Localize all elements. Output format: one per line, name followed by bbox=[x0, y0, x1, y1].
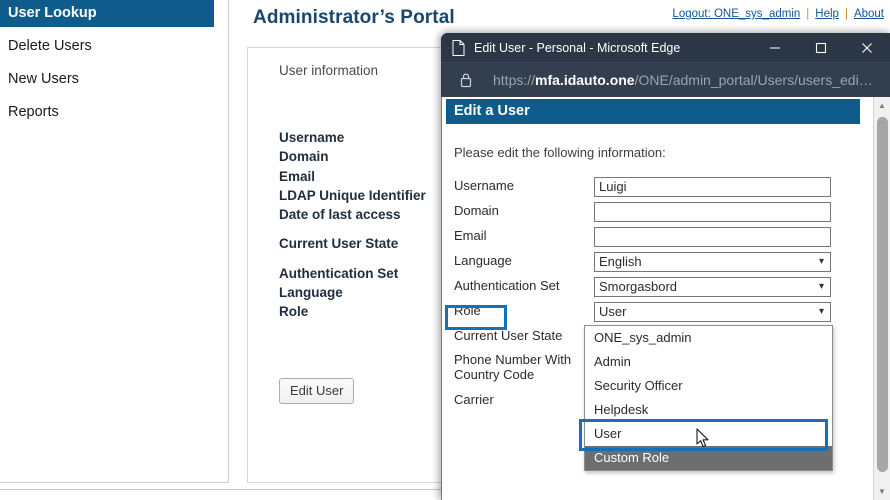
dropdown-option[interactable]: Helpdesk bbox=[585, 398, 832, 422]
sidebar-item-reports[interactable]: Reports bbox=[0, 99, 228, 126]
url-path: /ONE/admin_portal/Users/users_edi… bbox=[634, 72, 873, 88]
label-domain: Domain bbox=[454, 203, 499, 218]
url-prefix: https:// bbox=[493, 72, 536, 88]
browser-viewport: Edit a User Please edit the following in… bbox=[441, 97, 890, 500]
scroll-up-arrow-icon[interactable]: ▲ bbox=[874, 97, 890, 114]
browser-window-title: Edit User - Personal - Microsoft Edge bbox=[474, 40, 681, 55]
dropdown-option[interactable]: Admin bbox=[585, 350, 832, 374]
sidebar-item-delete-users[interactable]: Delete Users bbox=[0, 33, 228, 60]
window-controls bbox=[752, 33, 890, 62]
about-link[interactable]: About bbox=[854, 8, 884, 20]
role-select[interactable]: User ▾ bbox=[594, 302, 831, 322]
dialog-title: Edit a User bbox=[446, 99, 860, 124]
form-row-role: Role User ▾ bbox=[454, 302, 859, 322]
dropdown-option[interactable]: Security Officer bbox=[585, 374, 832, 398]
sidebar-item-label: Reports bbox=[8, 104, 59, 120]
field-label-date-of-last-access: Date of last access bbox=[279, 207, 401, 223]
field-label-domain: Domain bbox=[279, 149, 329, 165]
label-phone-number: Phone Number With Country Code bbox=[454, 352, 572, 382]
form-row-authentication-set: Authentication Set Smorgasbord ▾ bbox=[454, 277, 859, 297]
link-separator: | bbox=[844, 8, 848, 20]
field-label-username: Username bbox=[279, 130, 345, 145]
vertical-scrollbar[interactable]: ▲ ▼ bbox=[873, 97, 890, 500]
form-row-username: Username Luigi bbox=[454, 177, 859, 197]
top-links: Logout: ONE_sys_admin | Help | About bbox=[672, 8, 884, 20]
lock-icon bbox=[459, 72, 473, 88]
email-input[interactable] bbox=[594, 227, 831, 247]
logout-link[interactable]: Logout: ONE_sys_admin bbox=[672, 8, 800, 20]
sidebar-item-label: New Users bbox=[8, 71, 79, 87]
scrollbar-thumb[interactable] bbox=[877, 117, 888, 472]
label-username: Username bbox=[454, 178, 514, 193]
sidebar-item-user-lookup[interactable]: User Lookup bbox=[0, 0, 214, 27]
edit-user-button[interactable]: Edit User bbox=[279, 378, 355, 404]
chevron-down-icon: ▾ bbox=[818, 256, 824, 267]
sidebar: User Lookup Delete Users New Users Repor… bbox=[0, 0, 229, 483]
language-select-value: English bbox=[599, 254, 642, 269]
field-label-role: Role bbox=[279, 304, 309, 320]
field-label-ldap-unique-identifier: LDAP Unique Identifier bbox=[279, 187, 426, 203]
maximize-icon[interactable] bbox=[798, 33, 844, 62]
form-row-language: Language English ▾ bbox=[454, 252, 859, 272]
domain-input[interactable] bbox=[594, 202, 831, 222]
dialog-subtitle: Please edit the following information: bbox=[454, 145, 666, 160]
user-field-labels: Username Domain Email LDAP Unique Identi… bbox=[279, 128, 426, 322]
browser-titlebar[interactable]: Edit User - Personal - Microsoft Edge bbox=[441, 33, 890, 62]
url-domain: mfa.idauto.one bbox=[535, 72, 635, 88]
field-label-email: Email bbox=[279, 168, 316, 184]
label-email: Email bbox=[454, 228, 487, 243]
browser-window: Edit User - Personal - Microsoft Edge ht… bbox=[441, 33, 890, 500]
form-row-domain: Domain bbox=[454, 202, 859, 222]
browser-address-bar[interactable]: https://mfa.idauto.one/ONE/admin_portal/… bbox=[441, 62, 890, 97]
authentication-set-select[interactable]: Smorgasbord ▾ bbox=[594, 277, 831, 297]
sidebar-item-new-users[interactable]: New Users bbox=[0, 66, 228, 93]
scroll-down-arrow-icon[interactable]: ▼ bbox=[874, 483, 890, 500]
label-carrier: Carrier bbox=[454, 392, 494, 407]
dropdown-option[interactable]: ONE_sys_admin bbox=[585, 326, 832, 350]
field-label-authentication-set: Authentication Set bbox=[279, 265, 399, 281]
chevron-down-icon: ▾ bbox=[818, 306, 824, 317]
label-authentication-set: Authentication Set bbox=[454, 278, 560, 293]
minimize-icon[interactable] bbox=[752, 33, 798, 62]
mouse-cursor bbox=[696, 428, 711, 454]
close-icon[interactable] bbox=[844, 33, 890, 62]
url-text: https://mfa.idauto.one/ONE/admin_portal/… bbox=[493, 72, 873, 88]
sidebar-item-label: Delete Users bbox=[8, 38, 92, 54]
sidebar-item-label: User Lookup bbox=[8, 5, 97, 21]
link-separator: | bbox=[806, 8, 810, 20]
page-title: Administrator’s Portal bbox=[253, 7, 455, 28]
role-select-value: User bbox=[599, 304, 627, 319]
role-label-highlight-box bbox=[445, 305, 507, 330]
document-icon bbox=[452, 39, 465, 56]
panel-legend: User information bbox=[279, 63, 379, 78]
label-language: Language bbox=[454, 253, 512, 268]
username-input[interactable]: Luigi bbox=[594, 177, 831, 197]
field-label-language: Language bbox=[279, 285, 343, 301]
authentication-set-value: Smorgasbord bbox=[599, 279, 678, 294]
field-label-current-user-state: Current User State bbox=[279, 236, 399, 252]
screen: User Lookup Delete Users New Users Repor… bbox=[0, 0, 890, 500]
form-row-email: Email bbox=[454, 227, 859, 247]
help-link[interactable]: Help bbox=[815, 8, 839, 20]
chevron-down-icon: ▾ bbox=[818, 281, 824, 292]
language-select[interactable]: English ▾ bbox=[594, 252, 831, 272]
